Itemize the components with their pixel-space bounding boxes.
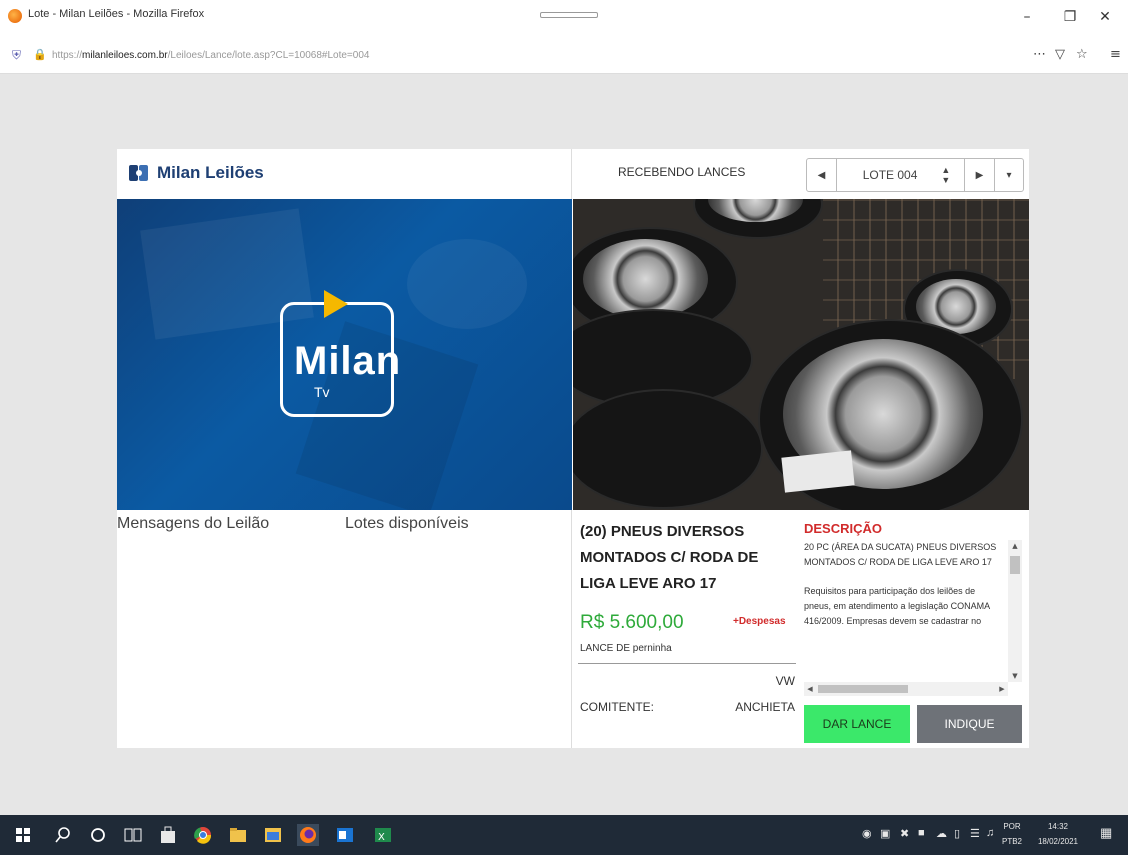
menu-icon[interactable]: ≡ — [1110, 47, 1121, 62]
bid-by: LANCE DE perninha — [580, 643, 672, 654]
scroll-up-icon[interactable]: ▲ — [1008, 540, 1022, 552]
lot-dropdown-button[interactable]: ▾ — [995, 159, 1023, 191]
photos-icon[interactable] — [262, 824, 284, 846]
next-lot-button[interactable]: ▶ — [965, 159, 995, 191]
consignor-label: COMITENTE: — [580, 700, 654, 714]
logo-bar: Milan Leilões — [117, 149, 572, 199]
firefox-favicon-icon — [8, 9, 22, 23]
right-column: RECEBENDO LANCES ◀ LOTE 004 ▲ ▼ ▶ ▾ (20) P… — [573, 149, 1029, 748]
search-icon[interactable] — [52, 824, 74, 846]
tray-app-icon[interactable]: ▣ — [880, 827, 890, 843]
clock[interactable]: 14:32 18/02/2021 — [1033, 819, 1083, 849]
lot-brand: VW — [775, 674, 795, 688]
volume-icon[interactable]: ♫ — [986, 827, 994, 843]
auction-panel: Milan Leilões Milan Tv Mensagens do Leil… — [117, 149, 1029, 748]
close-icon[interactable]: ✕ — [1090, 6, 1120, 28]
svg-text:X: X — [378, 832, 385, 843]
cortana-icon[interactable] — [87, 824, 109, 846]
lot-title: (20) PNEUS DIVERSOS MONTADOS C/ RODA DE … — [580, 523, 759, 592]
milan-logo-icon — [129, 165, 148, 181]
page-actions-icon[interactable]: ⋯ — [1033, 47, 1046, 62]
chrome-icon[interactable] — [192, 824, 214, 846]
tab-messages[interactable]: Mensagens do Leilão — [117, 515, 269, 533]
lot-header: RECEBENDO LANCES ◀ LOTE 004 ▲ ▼ ▶ ▾ — [573, 149, 1029, 199]
scroll-thumb[interactable] — [818, 685, 908, 693]
milan-tv-video[interactable]: Milan Tv — [117, 199, 572, 510]
tray-app-icon[interactable]: ■ — [918, 827, 925, 843]
description-paragraph: Requisitos para participação dos leilões… — [804, 586, 990, 626]
window-title: Lote - Milan Leilões - Mozilla Firefox — [28, 8, 205, 20]
tv-title: Milan — [294, 339, 402, 383]
horizontal-scrollbar[interactable]: ◀ ▶ — [804, 682, 1008, 696]
play-icon — [324, 290, 348, 318]
url-text[interactable]: https://milanleiloes.com.br/Leiloes/Lanc… — [52, 50, 369, 61]
browser-titlebar: Lote - Milan Leilões - Mozilla Firefox –… — [0, 0, 1128, 38]
description-paragraph: 20 PC (ÁREA DA SUCATA) PNEUS DIVERSOS MO… — [804, 542, 997, 567]
left-column: Milan Leilões Milan Tv Mensagens do Leil… — [117, 149, 572, 748]
scroll-left-icon[interactable]: ◀ — [804, 682, 816, 696]
bookmark-star-icon[interactable]: ☆ — [1076, 47, 1088, 62]
minimize-icon[interactable]: – — [1012, 6, 1042, 28]
tray-app-icon[interactable]: ▯ — [954, 827, 960, 843]
brand-name[interactable]: Milan Leilões — [157, 163, 264, 183]
lot-navigator: ◀ LOTE 004 ▲ ▼ ▶ ▾ — [806, 158, 1024, 192]
place-bid-button[interactable]: DAR LANCE — [804, 705, 910, 743]
tray-app-icon[interactable]: ◉ — [862, 827, 872, 843]
lot-photo[interactable] — [573, 199, 1029, 510]
left-tabs: Mensagens do Leilão Lotes disponíveis — [117, 515, 572, 539]
excel-icon[interactable]: X — [372, 824, 394, 846]
lot-info: (20) PNEUS DIVERSOS MONTADOS C/ RODA DE … — [573, 510, 801, 748]
consignor-value: ANCHIETA — [735, 700, 795, 714]
maximize-icon[interactable]: ❐ — [1055, 6, 1085, 28]
lot-select[interactable]: LOTE 004 ▲ ▼ — [837, 159, 965, 191]
network-icon[interactable]: ☰ — [970, 827, 980, 843]
outlook-icon[interactable] — [334, 824, 356, 846]
description-heading: DESCRIÇÃO — [804, 521, 883, 536]
notifications-icon[interactable]: ▦ — [1100, 825, 1112, 841]
firefox-icon[interactable] — [297, 824, 319, 846]
language-indicator[interactable]: POR PTB2 — [1002, 819, 1022, 849]
auction-status: RECEBENDO LANCES — [618, 165, 746, 179]
scroll-thumb[interactable] — [1010, 556, 1020, 574]
chevron-down-icon: ▾ — [1006, 169, 1012, 181]
tray-app-icon[interactable]: ☁ — [936, 827, 947, 843]
select-arrows-icon: ▲ ▼ — [941, 165, 951, 185]
current-bid-price: R$ 5.600,00 — [580, 612, 684, 633]
caret-right-icon: ▶ — [975, 169, 984, 181]
tracking-shield-icon[interactable]: ⛨ — [12, 48, 21, 63]
taskbar: X ◉ ▣ ✖ ■ ☁ ▯ ☰ ♫ POR PTB2 14:32 18/02/2… — [0, 815, 1128, 855]
tv-subtitle: Tv — [314, 384, 330, 400]
windows-start-icon[interactable] — [12, 824, 34, 846]
task-view-icon[interactable] — [122, 824, 144, 846]
file-explorer-icon[interactable] — [227, 824, 249, 846]
address-bar[interactable]: ⛨ 🔒 https://milanleiloes.com.br/Leiloes/… — [0, 38, 1128, 74]
indicate-button[interactable]: INDIQUE — [917, 705, 1022, 743]
store-icon[interactable] — [157, 824, 179, 846]
caret-left-icon: ◀ — [817, 169, 826, 181]
pocket-icon[interactable]: ▽ — [1055, 47, 1065, 62]
tab-available-lots[interactable]: Lotes disponíveis — [345, 515, 469, 533]
expenses-link[interactable]: +Despesas — [733, 616, 786, 627]
lock-icon[interactable]: 🔒 — [33, 48, 47, 61]
scroll-down-icon[interactable]: ▼ — [1008, 670, 1022, 682]
previous-lot-button[interactable]: ◀ — [807, 159, 837, 191]
tray-app-icon[interactable]: ✖ — [900, 827, 909, 843]
vertical-scrollbar[interactable]: ▲ ▼ — [1008, 540, 1022, 682]
drag-handle[interactable] — [540, 12, 598, 18]
scroll-right-icon[interactable]: ▶ — [996, 682, 1008, 696]
description-box[interactable]: 20 PC (ÁREA DA SUCATA) PNEUS DIVERSOS MO… — [804, 540, 1022, 696]
description-section: DESCRIÇÃO 20 PC (ÁREA DA SUCATA) PNEUS D… — [801, 510, 1029, 748]
divider — [578, 663, 796, 664]
